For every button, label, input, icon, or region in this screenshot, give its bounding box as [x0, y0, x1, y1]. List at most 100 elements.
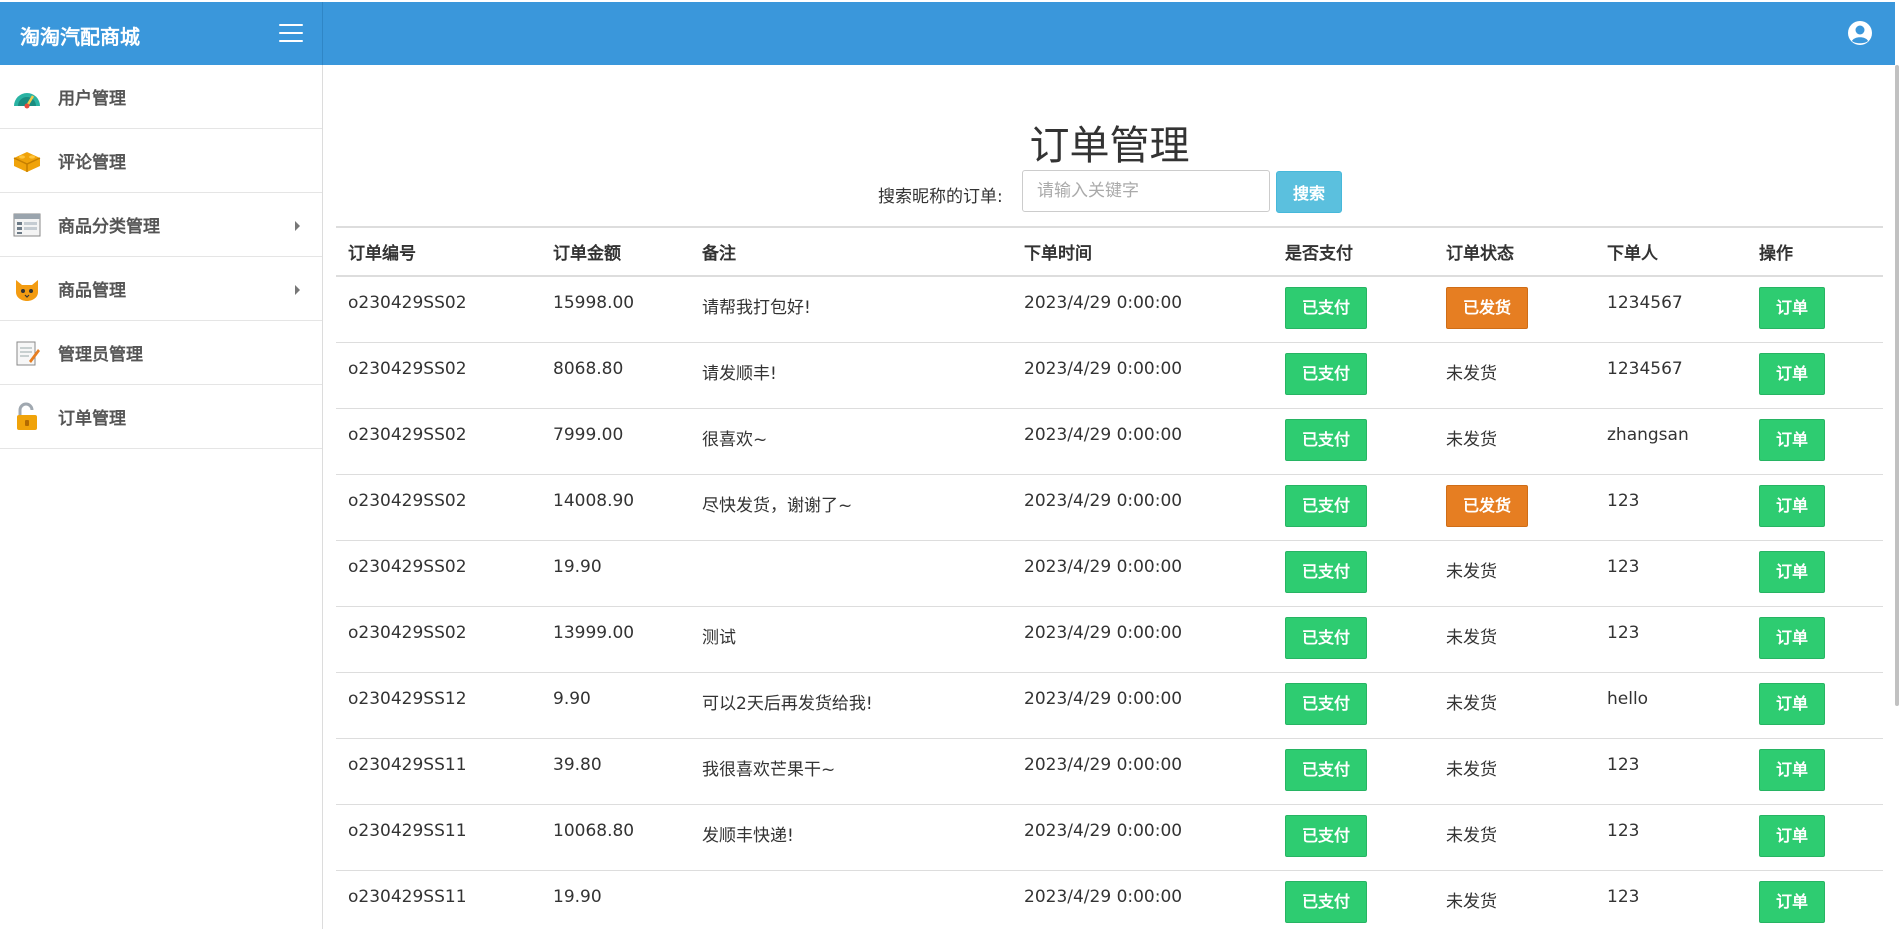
sidebar-item-category-management[interactable]: 商品分类管理 [0, 193, 322, 257]
search-button[interactable]: 搜索 [1276, 171, 1342, 213]
sidebar-item-order-management[interactable]: 订单管理 [0, 385, 322, 449]
cell-customer: 1234567 [1607, 358, 1683, 379]
cat-face-icon [12, 274, 42, 304]
table-row: o230429SS02 13999.00 测试 2023/4/29 0:00:00 已支… [336, 606, 1883, 672]
cell-amount: 7999.00 [553, 424, 624, 445]
app-root: 淘淘汽配商城 用户管理 评论管理 商品分类管理 商品管理 管理员管理 订单管理 … [0, 0, 1899, 929]
cell-action: 订单 [1747, 342, 1883, 408]
cell-status: 未发货 [1434, 870, 1595, 929]
order-detail-button[interactable]: 订单 [1759, 682, 1826, 725]
paid-badge[interactable]: 已支付 [1285, 814, 1368, 857]
table-row: o230429SS02 14008.90 尽快发货，谢谢了~ 2023/4/29 0:… [336, 474, 1883, 540]
table-row: o230429SS02 8068.80 请发顺丰! 2023/4/29 0:00:00… [336, 342, 1883, 408]
cell-customer: 123 [1607, 556, 1640, 577]
cell-action: 订单 [1747, 672, 1883, 738]
table-row: o230429SS02 19.90 2023/4/29 0:00:00 已支付 未发货 1… [336, 540, 1883, 606]
cell-note: 很喜欢~ [702, 429, 768, 450]
status-text: 未发货 [1446, 429, 1497, 450]
cell-customer: 1234567 [1607, 293, 1683, 313]
cell-status: 未发货 [1434, 804, 1595, 870]
cell-note: 我很喜欢芒果干~ [702, 759, 836, 780]
cell-order-time: 2023/4/29 0:00:00 [1024, 886, 1183, 907]
paid-badge[interactable]: 已支付 [1285, 880, 1368, 923]
cell-status: 未发货 [1434, 408, 1595, 474]
sidebar-item-label: 评论管理 [58, 153, 126, 173]
paid-badge[interactable]: 已支付 [1285, 352, 1368, 395]
status-text: 未发货 [1446, 891, 1497, 912]
status-text: 未发货 [1446, 561, 1497, 582]
cell-status: 已发货 [1434, 276, 1595, 342]
order-detail-button[interactable]: 订单 [1759, 287, 1826, 329]
sidebar-item-comment-management[interactable]: 评论管理 [0, 129, 322, 193]
sidebar-item-label: 商品管理 [58, 281, 126, 301]
hamburger-icon[interactable] [279, 24, 303, 44]
cell-customer: 123 [1607, 754, 1640, 775]
header-amount: 订单金额 [553, 244, 621, 264]
cell-amount: 10068.80 [553, 820, 635, 841]
cell-order-time: 2023/4/29 0:00:00 [1024, 820, 1183, 841]
cell-paid: 已支付 [1273, 408, 1434, 474]
cell-order-time: 2023/4/29 0:00:00 [1024, 688, 1183, 709]
sidebar-item-label: 订单管理 [58, 409, 126, 429]
cell-order-id: o230429SS02 [348, 622, 467, 643]
order-detail-button[interactable]: 订单 [1759, 352, 1826, 395]
cell-paid: 已支付 [1273, 672, 1434, 738]
order-detail-button[interactable]: 订单 [1759, 814, 1826, 857]
cell-status: 未发货 [1434, 540, 1595, 606]
paid-badge[interactable]: 已支付 [1285, 484, 1368, 527]
status-text: 未发货 [1446, 825, 1497, 846]
cell-customer: 123 [1607, 820, 1640, 841]
order-detail-button[interactable]: 订单 [1759, 616, 1826, 659]
cell-paid: 已支付 [1273, 738, 1434, 804]
cell-note: 请帮我打包好! [702, 298, 811, 318]
search-input[interactable] [1022, 170, 1270, 212]
status-text: 未发货 [1446, 693, 1497, 714]
cell-order-id: o230429SS02 [348, 358, 467, 379]
status-text: 未发货 [1446, 627, 1497, 648]
brand-title[interactable]: 淘淘汽配商城 [20, 21, 140, 50]
cell-action: 订单 [1747, 408, 1883, 474]
sidebar-item-admin-management[interactable]: 管理员管理 [0, 321, 322, 385]
sidebar-item-label: 用户管理 [58, 89, 126, 109]
cell-order-time: 2023/4/29 0:00:00 [1024, 490, 1183, 511]
order-detail-button[interactable]: 订单 [1759, 880, 1826, 923]
shipped-badge[interactable]: 已发货 [1446, 287, 1529, 329]
cell-paid: 已支付 [1273, 606, 1434, 672]
cell-order-id: o230429SS11 [348, 754, 467, 775]
cell-status: 已发货 [1434, 474, 1595, 540]
order-detail-button[interactable]: 订单 [1759, 484, 1826, 527]
paid-badge[interactable]: 已支付 [1285, 418, 1368, 461]
order-detail-button[interactable]: 订单 [1759, 550, 1826, 593]
cell-amount: 14008.90 [553, 490, 635, 511]
paid-badge[interactable]: 已支付 [1285, 748, 1368, 791]
scrollbar[interactable] [1895, 65, 1899, 706]
table-row: o230429SS02 7999.00 很喜欢~ 2023/4/29 0:00:00 已… [336, 408, 1883, 474]
cell-order-time: 2023/4/29 0:00:00 [1024, 754, 1183, 775]
sidebar-item-user-management[interactable]: 用户管理 [0, 65, 322, 129]
sidebar-item-product-management[interactable]: 商品管理 [0, 257, 322, 321]
order-detail-button[interactable]: 订单 [1759, 418, 1826, 461]
header-order-id: 订单编号 [348, 244, 416, 264]
header-action: 操作 [1759, 244, 1793, 264]
main-content: 订单管理 搜索昵称的订单: 搜索 订单 [324, 65, 1895, 929]
cell-order-id: o230429SS11 [348, 886, 467, 907]
orders-table-container: 订单编号 订单金额 备注 下单时间 是否支付 订单状态 下单人 操作 o2304… [336, 226, 1883, 929]
cell-action: 订单 [1747, 804, 1883, 870]
paid-badge[interactable]: 已支付 [1285, 682, 1368, 725]
cell-action: 订单 [1747, 738, 1883, 804]
cell-order-time: 2023/4/29 0:00:00 [1024, 293, 1183, 313]
brand-area: 淘淘汽配商城 [0, 2, 323, 65]
user-circle-icon[interactable] [1847, 20, 1873, 46]
table-row: o230429SS11 19.90 2023/4/29 0:00:00 已支付 未发货 1… [336, 870, 1883, 929]
paid-badge[interactable]: 已支付 [1285, 550, 1368, 593]
order-detail-button[interactable]: 订单 [1759, 748, 1826, 791]
paid-badge[interactable]: 已支付 [1285, 616, 1368, 659]
cell-paid: 已支付 [1273, 342, 1434, 408]
paid-badge[interactable]: 已支付 [1285, 287, 1368, 329]
cell-note: 可以2天后再发货给我! [702, 693, 873, 714]
shipped-badge[interactable]: 已发货 [1446, 484, 1529, 527]
chevron-right-icon [295, 285, 300, 295]
status-text: 未发货 [1446, 363, 1497, 384]
header-order-time: 下单时间 [1024, 244, 1092, 264]
lego-brick-icon [12, 146, 42, 176]
